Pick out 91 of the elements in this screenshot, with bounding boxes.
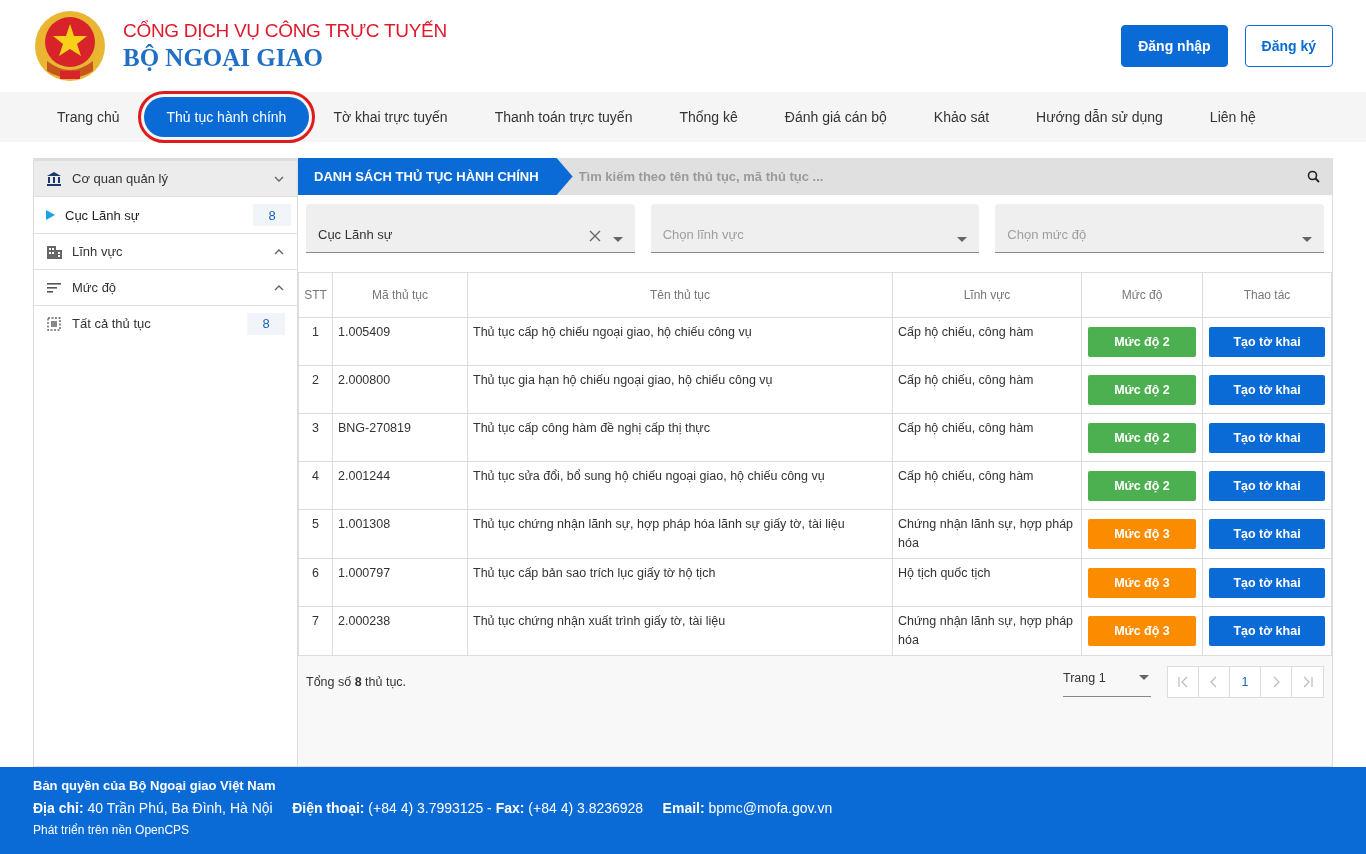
table-cell: 5 — [298, 509, 333, 559]
table-cell: 7 — [298, 606, 333, 656]
page-number-button[interactable]: 1 — [1230, 667, 1261, 697]
nav-tab[interactable]: Khảo sát — [910, 97, 1013, 137]
list-title-ribbon: DANH SÁCH THỦ TỤC HÀNH CHÍNH — [298, 158, 573, 195]
table-cell: 1.005409 — [332, 317, 468, 366]
create-form-button[interactable]: Tạo tờ khai — [1209, 374, 1325, 405]
create-form-button[interactable]: Tạo tờ khai — [1209, 567, 1325, 598]
nav-tab[interactable]: Hướng dẫn sử dụng — [1013, 97, 1186, 137]
level-badge: Mức độ 3 — [1088, 519, 1196, 549]
table-cell: Hộ tịch quốc tịch — [892, 558, 1082, 607]
table-cell: 1.000797 — [332, 558, 468, 607]
table-cell: 1.001308 — [332, 509, 468, 559]
dropdown-caret-icon — [612, 237, 623, 242]
contact-info-text: Địa chỉ: 40 Trần Phú, Ba Đình, Hà Nội Điện thoại: (+84 4) 3.7993125 - Fax: (+84 4) 3.8236928 Email: bpmc@mofa.gov.vn — [33, 800, 834, 816]
level-badge: Mức độ 3 — [1088, 616, 1196, 646]
sidebar-section-label[interactable]: Mức độ — [72, 280, 263, 295]
dashed-square-icon — [46, 315, 62, 332]
table-cell: Cấp hộ chiếu, công hàm — [892, 365, 1082, 414]
column-header: Lĩnh vực — [892, 272, 1082, 318]
previous-page-button[interactable] — [1199, 667, 1230, 697]
column-header: Mã thủ tục — [332, 272, 468, 318]
nav-tab[interactable]: Thống kê — [656, 97, 761, 137]
nav-tab[interactable]: Tờ khai trực tuyến — [310, 97, 471, 137]
level-badge: Mức độ 2 — [1088, 374, 1196, 405]
count-badge: 8 — [253, 204, 291, 226]
level-badge: Mức độ 2 — [1088, 470, 1196, 501]
create-form-button[interactable]: Tạo tờ khai — [1209, 422, 1325, 453]
portal-subtitle: CỔNG DỊCH VỤ CÔNG TRỰC TUYẾN — [123, 20, 447, 42]
create-form-button[interactable]: Tạo tờ khai — [1209, 519, 1325, 549]
table-cell: 2.000800 — [332, 365, 468, 414]
table-cell: Chứng nhận lãnh sự, hợp pháp hóa — [892, 606, 1082, 656]
table-cell: Cấp hộ chiếu, công hàm — [892, 317, 1082, 366]
sidebar-section-label[interactable]: Lĩnh vực — [72, 244, 263, 259]
table-cell: Cấp hộ chiếu, công hàm — [892, 461, 1082, 510]
login-button[interactable]: Đăng nhập — [1121, 25, 1228, 67]
total-count-text: Tổng số 8 thủ tục. — [306, 675, 408, 689]
count-badge: 8 — [247, 312, 285, 335]
column-header: Thao tác — [1202, 272, 1332, 318]
search-bar[interactable]: Tìm kiếm theo tên thủ tục, mã thủ tục ... — [555, 158, 1332, 195]
table-cell: Thủ tục cấp công hàm đề nghị cấp thị thực — [467, 413, 893, 462]
last-page-button[interactable] — [1292, 667, 1323, 697]
table-cell: 3 — [298, 413, 333, 462]
copyright-text: Bản quyền của Bộ Ngoại giao Việt Nam — [33, 778, 277, 793]
table-cell: 1 — [298, 317, 333, 366]
level-badge: Mức độ 3 — [1088, 567, 1196, 598]
table-cell: Thủ tục gia hạn hộ chiếu ngoại giao, hộ chiếu công vụ — [467, 365, 893, 414]
create-form-button[interactable]: Tạo tờ khai — [1209, 326, 1325, 357]
agency-select[interactable]: Cục Lãnh sự — [306, 204, 635, 253]
table-cell: Thủ tục sửa đổi, bổ sung hộ chiếu ngoại giao, hộ chiếu công vụ — [467, 461, 893, 510]
table-cell: 2.001244 — [332, 461, 468, 510]
nav-tab[interactable]: Thanh toán trực tuyến — [471, 97, 656, 137]
level-badge: Mức độ 2 — [1088, 326, 1196, 357]
nav-tab[interactable]: Đánh giá cán bộ — [761, 97, 910, 137]
sidebar-item[interactable]: Cục Lãnh sự — [65, 207, 243, 223]
register-button[interactable]: Đăng ký — [1244, 25, 1333, 67]
office-building-icon — [46, 243, 62, 260]
search-icon — [1307, 170, 1320, 183]
column-header: STT — [298, 272, 333, 318]
building-columns-icon — [46, 170, 62, 187]
table-cell: Cấp hộ chiếu, công hàm — [892, 413, 1082, 462]
create-form-button[interactable]: Tạo tờ khai — [1209, 470, 1325, 501]
sidebar-section-label[interactable]: Tất cả thủ tục — [72, 316, 237, 331]
table-cell: 6 — [298, 558, 333, 607]
dropdown-caret-icon — [957, 237, 968, 242]
close-icon — [588, 230, 601, 242]
search-field[interactable]: Tìm kiếm theo tên thủ tục, mã thủ tục ... — [576, 168, 1307, 185]
nav-tab[interactable]: Liên hệ — [1186, 97, 1279, 137]
page-select[interactable]: Trang 1 — [1063, 667, 1151, 697]
next-page-button[interactable] — [1261, 667, 1292, 697]
table-cell: 2 — [298, 365, 333, 414]
table-cell: Thủ tục chứng nhận xuất trình giấy tờ, tài liệu — [467, 606, 893, 656]
column-header: Tên thủ tục — [467, 272, 893, 318]
table-cell: Thủ tục cấp hộ chiếu ngoại giao, hộ chiếu công vụ — [467, 317, 893, 366]
level-badge: Mức độ 2 — [1088, 422, 1196, 453]
dropdown-caret-icon — [1302, 237, 1312, 242]
column-header: Mức độ — [1081, 272, 1203, 318]
platform-text: Phát triển trên nền OpenCPS — [33, 823, 191, 837]
dropdown-caret-icon — [1139, 675, 1149, 680]
table-cell: 2.000238 — [332, 606, 468, 656]
first-page-button[interactable] — [1168, 667, 1199, 697]
table-cell: Thủ tục chứng nhận lãnh sự, hợp pháp hóa lãnh sự giấy tờ, tài liệu — [467, 509, 893, 559]
last-page-icon — [1301, 676, 1314, 688]
first-page-icon — [1177, 676, 1189, 688]
table-cell: Thủ tục cấp bản sao trích lục giấy tờ hộ tịch — [467, 558, 893, 607]
create-form-button[interactable]: Tạo tờ khai — [1209, 616, 1325, 646]
portal-title: BỘ NGOẠI GIAO — [123, 44, 325, 72]
table-cell: 4 — [298, 461, 333, 510]
table-cell: Chứng nhận lãnh sự, hợp pháp hóa — [892, 509, 1082, 559]
nav-tab[interactable]: Trang chủ — [34, 97, 143, 137]
table-cell: BNG-270819 — [332, 413, 468, 462]
